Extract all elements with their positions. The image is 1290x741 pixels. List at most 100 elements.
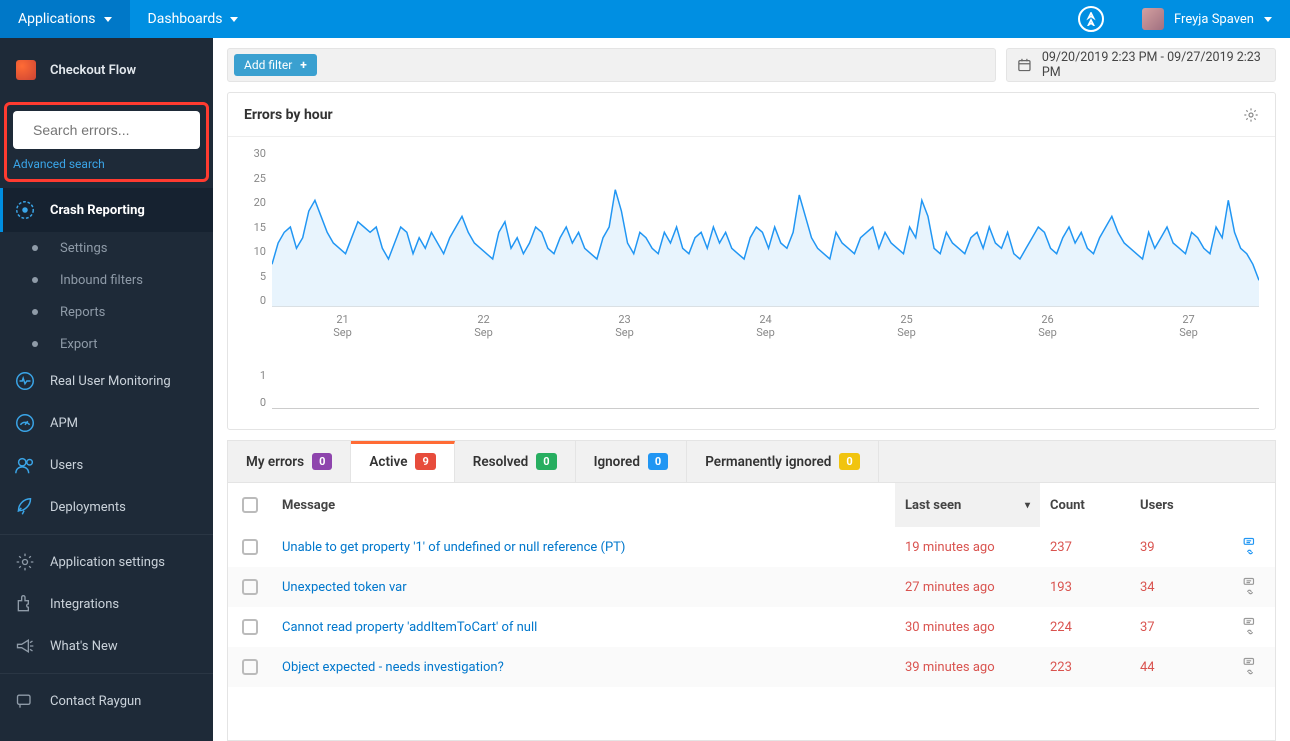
link-icon bbox=[1243, 587, 1257, 597]
error-message-link[interactable]: Unable to get property '1' of undefined … bbox=[272, 540, 895, 555]
main-content: Add filter + 09/20/2019 2:23 PM - 09/27/… bbox=[213, 38, 1290, 741]
search-errors[interactable] bbox=[13, 111, 200, 149]
date-range-picker[interactable]: 09/20/2019 2:23 PM - 09/27/2019 2:23 PM bbox=[1006, 48, 1276, 82]
filter-bar: Add filter + 09/20/2019 2:23 PM - 09/27/… bbox=[227, 48, 1276, 82]
filter-box: Add filter + bbox=[227, 48, 996, 82]
x-tick: 21Sep bbox=[272, 313, 413, 339]
sidebar-sub-inbound-filters[interactable]: Inbound filters bbox=[0, 264, 213, 296]
y-tick: 0 bbox=[244, 294, 266, 307]
add-filter-button[interactable]: Add filter + bbox=[234, 54, 317, 76]
sidebar-item-deployments[interactable]: Deployments bbox=[0, 486, 213, 528]
sidebar-item-apm[interactable]: APM bbox=[0, 402, 213, 444]
add-filter-label: Add filter bbox=[244, 58, 292, 72]
row-actions[interactable] bbox=[1235, 617, 1265, 637]
sidebar-app-name: Checkout Flow bbox=[50, 63, 136, 78]
chart-lower-y-axis: 1 0 bbox=[244, 369, 272, 409]
tab-label: Resolved bbox=[473, 454, 528, 470]
sidebar-item-integrations[interactable]: Integrations bbox=[0, 583, 213, 625]
nav-applications[interactable]: Applications bbox=[0, 0, 130, 38]
plus-icon: + bbox=[300, 58, 307, 72]
tab-active[interactable]: Active 9 bbox=[351, 441, 454, 482]
sidebar-item-label: APM bbox=[50, 416, 78, 431]
topbar: Applications Dashboards Freyja Spaven bbox=[0, 0, 1290, 38]
error-message-link[interactable]: Object expected - needs investigation? bbox=[272, 660, 895, 675]
x-tick: 27Sep bbox=[1118, 313, 1259, 339]
tab-label: Ignored bbox=[594, 454, 640, 470]
dot-icon bbox=[32, 341, 38, 347]
sidebar-item-crash-reporting[interactable]: Crash Reporting bbox=[0, 188, 213, 232]
advanced-search-link[interactable]: Advanced search bbox=[13, 157, 200, 171]
chevron-down-icon bbox=[230, 17, 238, 22]
row-checkbox[interactable] bbox=[242, 539, 258, 555]
sidebar-item-users[interactable]: Users bbox=[0, 444, 213, 486]
sidebar-sub-settings[interactable]: Settings bbox=[0, 232, 213, 264]
sidebar: Checkout Flow Advanced search Crash Repo… bbox=[0, 38, 213, 741]
th-count[interactable]: Count bbox=[1040, 498, 1130, 513]
search-input[interactable] bbox=[33, 122, 214, 138]
cell-last-seen: 30 minutes ago bbox=[895, 620, 1040, 635]
sidebar-sub-label: Settings bbox=[60, 241, 107, 256]
cell-last-seen: 39 minutes ago bbox=[895, 660, 1040, 675]
row-actions[interactable] bbox=[1235, 657, 1265, 677]
cell-last-seen: 19 minutes ago bbox=[895, 540, 1040, 555]
th-users[interactable]: Users bbox=[1130, 498, 1225, 513]
tab-badge: 0 bbox=[536, 453, 556, 470]
sidebar-sub-label: Inbound filters bbox=[60, 273, 143, 288]
y-tick: 10 bbox=[244, 245, 266, 258]
sidebar-item-label: Real User Monitoring bbox=[50, 374, 171, 389]
users-icon bbox=[14, 454, 36, 476]
x-tick: 24Sep bbox=[695, 313, 836, 339]
tab-ignored[interactable]: Ignored 0 bbox=[576, 441, 688, 482]
row-actions[interactable] bbox=[1235, 577, 1265, 597]
chart-y-axis: 30 25 20 15 10 5 0 bbox=[244, 147, 272, 307]
cell-count: 193 bbox=[1040, 580, 1130, 595]
sidebar-item-label: Contact Raygun bbox=[50, 694, 141, 709]
comment-icon bbox=[1243, 657, 1257, 667]
table-row: Unable to get property '1' of undefined … bbox=[228, 527, 1275, 567]
nav-dashboards-label: Dashboards bbox=[148, 11, 223, 27]
sidebar-app-selector[interactable]: Checkout Flow bbox=[0, 38, 213, 102]
sidebar-sub-export[interactable]: Export bbox=[0, 328, 213, 360]
dot-icon bbox=[32, 309, 38, 315]
row-checkbox[interactable] bbox=[242, 619, 258, 635]
pulse-icon bbox=[14, 370, 36, 392]
th-last-seen[interactable]: Last seen ▾ bbox=[895, 483, 1040, 527]
errors-table: Message Last seen ▾ Count Users Unable t… bbox=[227, 482, 1276, 741]
y-tick: 5 bbox=[244, 270, 266, 283]
avatar bbox=[1142, 8, 1164, 30]
rocket-icon bbox=[14, 496, 36, 518]
cell-count: 224 bbox=[1040, 620, 1130, 635]
select-all-checkbox[interactable] bbox=[242, 497, 258, 513]
chat-icon bbox=[14, 690, 36, 712]
tab-my-errors[interactable]: My errors 0 bbox=[228, 441, 351, 482]
sidebar-crash-label: Crash Reporting bbox=[50, 203, 145, 218]
tab-permanently-ignored[interactable]: Permanently ignored 0 bbox=[687, 441, 878, 482]
y-tick: 30 bbox=[244, 147, 266, 160]
sidebar-item-whats-new[interactable]: What's New bbox=[0, 625, 213, 667]
comment-icon bbox=[1243, 577, 1257, 587]
sidebar-sub-reports[interactable]: Reports bbox=[0, 296, 213, 328]
sidebar-item-contact[interactable]: Contact Raygun bbox=[0, 680, 213, 722]
error-message-link[interactable]: Unexpected token var bbox=[272, 580, 895, 595]
nav-dashboards[interactable]: Dashboards bbox=[130, 0, 257, 38]
row-checkbox[interactable] bbox=[242, 659, 258, 675]
brand-logo-icon bbox=[1078, 6, 1104, 32]
gear-icon bbox=[14, 551, 36, 573]
chart-settings-button[interactable] bbox=[1243, 107, 1259, 123]
error-message-link[interactable]: Cannot read property 'addItemToCart' of … bbox=[272, 620, 895, 635]
chart-title: Errors by hour bbox=[244, 107, 333, 123]
row-checkbox[interactable] bbox=[242, 579, 258, 595]
x-tick: 25Sep bbox=[836, 313, 977, 339]
sidebar-item-app-settings[interactable]: Application settings bbox=[0, 541, 213, 583]
th-message[interactable]: Message bbox=[272, 498, 895, 513]
app-icon bbox=[16, 60, 36, 80]
tab-resolved[interactable]: Resolved 0 bbox=[455, 441, 576, 482]
cell-last-seen: 27 minutes ago bbox=[895, 580, 1040, 595]
divider bbox=[0, 673, 213, 674]
sidebar-item-rum[interactable]: Real User Monitoring bbox=[0, 360, 213, 402]
chevron-down-icon bbox=[104, 17, 112, 22]
nav-applications-label: Applications bbox=[18, 11, 96, 27]
user-menu[interactable]: Freyja Spaven bbox=[1124, 0, 1290, 38]
row-actions[interactable] bbox=[1235, 537, 1265, 557]
sidebar-item-label: Users bbox=[50, 458, 83, 473]
